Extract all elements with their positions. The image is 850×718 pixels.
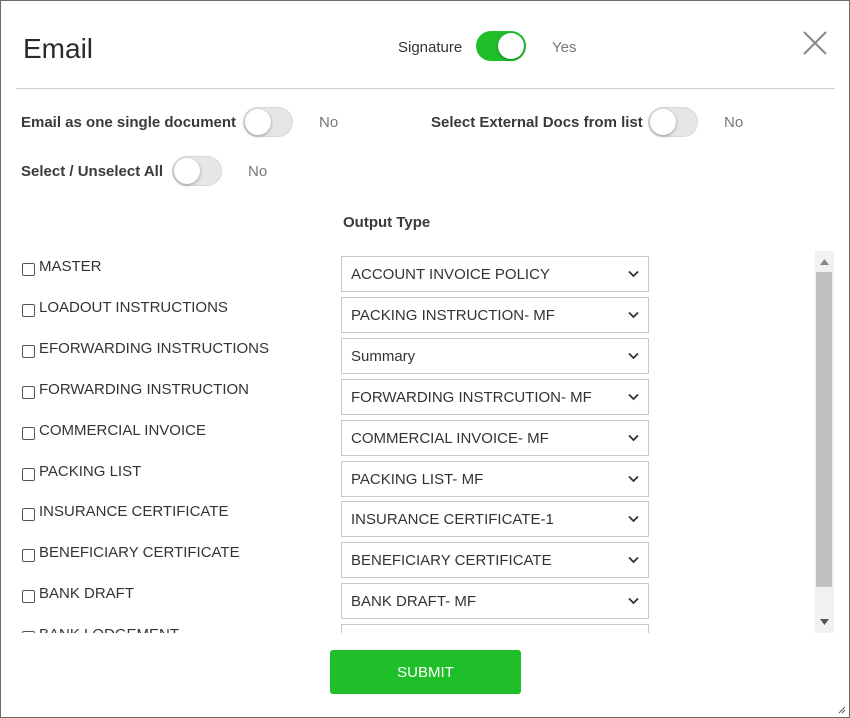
external-docs-state: No: [724, 114, 744, 131]
output-type-value: ACCOUNT INVOICE POLICY: [351, 266, 550, 283]
submit-button[interactable]: SUBMIT: [330, 650, 521, 694]
chevron-down-icon: [628, 270, 639, 278]
output-type-select[interactable]: [341, 624, 649, 633]
output-type-value: BANK DRAFT- MF: [351, 593, 477, 611]
document-name: BANK DRAFT: [39, 585, 135, 603]
document-name: INSURANCE CERTIFICATE: [39, 503, 229, 521]
output-type-value: FORWARDING INSTRCUTION- MF: [351, 388, 592, 406]
chevron-down-icon: [628, 352, 639, 360]
document-row: PACKING LIST PACKING LIST- MF: [16, 456, 816, 497]
document-name: EFORWARDING INSTRUCTIONS: [39, 339, 270, 357]
document-checkbox[interactable]: [22, 549, 35, 563]
chevron-down-icon: [628, 598, 639, 605]
document-checkbox[interactable]: [22, 263, 35, 276]
output-type-select[interactable]: ACCOUNT INVOICE POLICY: [341, 256, 649, 292]
output-type-select[interactable]: INSURANCE CERTIFICATE-1: [341, 501, 649, 538]
close-icon[interactable]: [802, 30, 828, 56]
output-type-value: PACKING LIST- MF: [351, 470, 484, 488]
dialog-title: Email: [23, 33, 94, 64]
select-all-label: Select / Unselect All: [21, 163, 164, 180]
external-docs-label: Select External Docs from list: [431, 114, 643, 131]
output-type-value: PACKING INSTRUCTION- MF: [351, 306, 555, 324]
output-type-select[interactable]: FORWARDING INSTRCUTION- MF: [341, 378, 649, 415]
single-document-toggle[interactable]: [243, 107, 293, 137]
document-row: EFORWARDING INSTRUCTIONS Summary: [16, 333, 816, 374]
toggle-knob: [498, 33, 524, 59]
output-type-value: BENEFICIARY CERTIFICATE: [351, 552, 552, 570]
document-row: COMMERCIAL INVOICE COMMERCIAL INVOICE- MF: [16, 415, 816, 456]
document-checkbox[interactable]: [22, 344, 35, 358]
document-name: LOADOUT INSTRUCTIONS: [39, 298, 228, 316]
chevron-down-icon: [628, 475, 639, 482]
document-checkbox[interactable]: [22, 426, 35, 440]
output-type-select[interactable]: PACKING INSTRUCTION- MF: [341, 296, 649, 333]
chevron-down-icon: [628, 434, 639, 441]
toggle-knob: [650, 109, 676, 135]
document-list: MASTER ACCOUNT INVOICE POLICY LOADOUT INST…: [16, 251, 835, 633]
scroll-up-arrow-icon[interactable]: [820, 259, 829, 265]
document-name: FORWARDING INSTRUCTION: [39, 380, 249, 398]
external-docs-toggle[interactable]: [648, 107, 698, 137]
single-document-state: No: [319, 114, 339, 131]
toggle-knob: [245, 109, 271, 135]
output-type-header: Output Type: [343, 214, 431, 231]
output-type-select[interactable]: BENEFICIARY CERTIFICATE: [341, 542, 649, 579]
document-row: MASTER ACCOUNT INVOICE POLICY: [16, 251, 816, 292]
output-type-value: INSURANCE CERTIFICATE-1: [351, 511, 554, 529]
document-checkbox[interactable]: [22, 631, 35, 633]
output-type-value: Summary: [351, 347, 416, 365]
header-divider: [16, 88, 835, 89]
document-name: BENEFICIARY CERTIFICATE: [39, 544, 240, 562]
document-name: PACKING LIST: [39, 462, 142, 480]
document-checkbox[interactable]: [22, 303, 35, 317]
document-name: MASTER: [39, 258, 102, 275]
chevron-down-icon: [628, 516, 639, 523]
document-row: LOADOUT INSTRUCTIONS PACKING INSTRUCTION-…: [16, 292, 816, 333]
chevron-down-icon: [628, 393, 639, 400]
chevron-down-icon: [628, 557, 639, 564]
document-row: BANK LODGEMENT: [16, 619, 816, 633]
document-row: FORWARDING INSTRUCTION FORWARDING INSTRCU…: [16, 374, 816, 415]
single-document-label: Email as one single document: [21, 114, 237, 131]
select-all-toggle[interactable]: [172, 156, 222, 186]
toggle-knob: [174, 158, 200, 184]
document-row: BENEFICIARY CERTIFICATE BENEFICIARY CERTI…: [16, 537, 816, 579]
email-dialog: Email Signature Yes Email as one single …: [0, 0, 850, 718]
document-checkbox[interactable]: [22, 467, 35, 481]
resize-grip-icon[interactable]: [836, 704, 846, 714]
signature-state: Yes: [552, 39, 577, 56]
output-type-select[interactable]: PACKING LIST- MF: [341, 460, 649, 497]
signature-toggle[interactable]: [476, 31, 526, 61]
document-checkbox[interactable]: [22, 590, 35, 604]
scrollbar-thumb[interactable]: [816, 272, 832, 587]
document-name: COMMERCIAL INVOICE: [39, 421, 206, 439]
document-row: INSURANCE CERTIFICATE INSURANCE CERTIFICA…: [16, 496, 816, 538]
output-type-select[interactable]: Summary: [341, 337, 649, 374]
output-type-select[interactable]: COMMERCIAL INVOICE- MF: [341, 419, 649, 456]
document-row: BANK DRAFT BANK DRAFT- MF: [16, 578, 816, 620]
chevron-down-icon: [628, 311, 639, 319]
document-checkbox[interactable]: [22, 385, 35, 399]
select-all-state: No: [248, 163, 268, 180]
signature-label: Signature: [398, 39, 463, 56]
scroll-down-arrow-icon[interactable]: [820, 619, 829, 625]
list-scrollbar[interactable]: [815, 251, 834, 633]
output-type-value: COMMERCIAL INVOICE- MF: [351, 429, 549, 447]
document-checkbox[interactable]: [22, 508, 35, 522]
output-type-select[interactable]: BANK DRAFT- MF: [341, 583, 649, 620]
document-name: BANK LODGEMENT: [39, 626, 179, 633]
